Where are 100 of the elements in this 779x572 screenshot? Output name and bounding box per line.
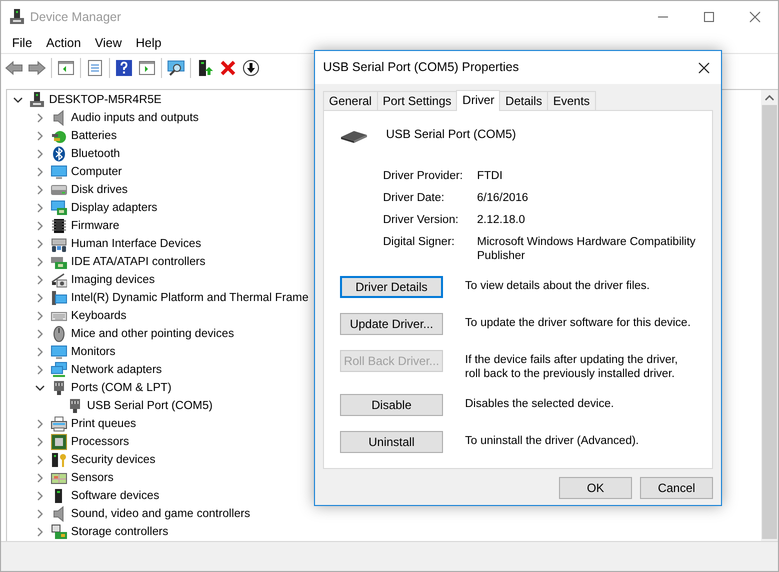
menu-item[interactable]: Help <box>128 34 168 52</box>
dialog-title: USB Serial Port (COM5) Properties <box>323 59 519 76</box>
expand-chevron-icon[interactable] <box>35 185 45 195</box>
controller-card-icon <box>51 254 67 270</box>
tree-item[interactable]: Disk drives <box>71 181 128 199</box>
tree-item[interactable]: Storage controllers <box>71 523 168 541</box>
action-button[interactable]: Update Driver... <box>340 313 443 335</box>
expand-chevron-icon[interactable] <box>35 437 45 447</box>
tab[interactable]: General <box>323 91 378 110</box>
map-icon <box>51 470 67 486</box>
forward-icon[interactable] <box>28 58 46 76</box>
tree-item[interactable]: USB Serial Port (COM5) <box>87 397 213 415</box>
device-name: USB Serial Port (COM5) <box>386 126 516 143</box>
tree-item[interactable]: Keyboards <box>71 307 126 325</box>
field-value: 6/16/2016 <box>477 191 530 205</box>
download-circle-icon[interactable] <box>242 58 260 76</box>
tree-item[interactable]: Audio inputs and outputs <box>71 109 199 127</box>
expand-chevron-icon[interactable] <box>35 113 45 123</box>
field-label: Driver Date: <box>383 191 446 205</box>
tower-key-icon <box>51 452 67 468</box>
tree-item[interactable]: Sensors <box>71 469 114 487</box>
dialog-button[interactable]: Cancel <box>640 477 713 499</box>
expand-chevron-icon[interactable] <box>35 365 45 375</box>
action-description: To uninstall the driver (Advanced). <box>465 434 640 448</box>
tree-item[interactable]: Computer <box>71 163 122 181</box>
action-button[interactable]: Disable <box>340 394 443 416</box>
device-add-icon[interactable] <box>196 58 214 76</box>
tree-item[interactable]: Bluetooth <box>71 145 120 163</box>
tree-item[interactable]: Software devices <box>71 487 160 505</box>
expand-chevron-icon[interactable] <box>35 149 45 159</box>
scrollbar-thumb[interactable] <box>762 105 777 539</box>
expand-chevron-icon[interactable] <box>35 221 45 231</box>
vertical-scrollbar[interactable] <box>761 90 778 541</box>
expand-chevron-icon[interactable] <box>35 257 45 267</box>
mouse-icon <box>51 326 67 342</box>
tab[interactable]: Port Settings <box>376 91 458 110</box>
tab[interactable]: Driver <box>456 90 500 111</box>
expand-chevron-icon[interactable] <box>35 419 45 429</box>
scroll-up-icon[interactable] <box>765 95 774 101</box>
expand-chevron-icon[interactable] <box>35 203 45 213</box>
delete-icon[interactable] <box>219 58 237 76</box>
tree-item[interactable]: Sound, video and game controllers <box>71 505 250 523</box>
camera-icon <box>51 272 67 288</box>
field-label: Driver Version: <box>383 213 460 227</box>
expand-chevron-icon[interactable] <box>35 275 45 285</box>
expand-chevron-icon[interactable] <box>35 131 45 141</box>
field-value: FTDI <box>477 169 504 183</box>
menu-item[interactable]: Action <box>39 34 88 52</box>
tree-item[interactable]: Intel(R) Dynamic Platform and Thermal Frame <box>71 289 309 307</box>
serial-port-icon <box>340 128 368 144</box>
action-description: If the device fails after updating the driver, roll back to the previously installed driver. <box>465 353 679 381</box>
expand-chevron-icon[interactable] <box>35 509 45 519</box>
tree-item[interactable]: Print queues <box>71 415 136 433</box>
tree-item[interactable]: Ports (COM & LPT) <box>71 379 172 397</box>
back-icon[interactable] <box>5 58 23 76</box>
list-document-icon[interactable] <box>86 58 104 76</box>
expand-chevron-icon[interactable] <box>35 455 45 465</box>
field-label: Digital Signer: <box>383 235 456 250</box>
expand-chevron-icon[interactable] <box>35 311 45 321</box>
expand-chevron-icon[interactable] <box>35 293 45 303</box>
tree-item[interactable]: Firmware <box>71 217 120 235</box>
menu-item[interactable]: View <box>88 34 129 52</box>
tree-item[interactable]: Display adapters <box>71 199 158 217</box>
tree-item[interactable]: Processors <box>71 433 129 451</box>
monitor-icon <box>51 344 67 360</box>
expand-chevron-icon[interactable] <box>35 347 45 357</box>
expand-chevron-icon[interactable] <box>35 491 45 501</box>
menu-item[interactable]: File <box>5 34 40 52</box>
printer-icon <box>51 416 67 432</box>
tab[interactable]: Events <box>547 91 596 110</box>
run-window-icon[interactable] <box>138 58 156 76</box>
battery-icon <box>51 128 67 144</box>
tree-item[interactable]: Human Interface Devices <box>71 235 202 253</box>
disk-drive-icon <box>51 182 67 198</box>
tree-item[interactable]: DESKTOP-M5R4R5E <box>49 91 162 109</box>
input-device-icon <box>51 236 67 252</box>
bluetooth-icon <box>51 146 67 162</box>
expand-chevron-icon[interactable] <box>35 527 45 537</box>
collapse-chevron-icon[interactable] <box>35 383 45 393</box>
computer-tower-icon <box>29 92 45 108</box>
properties-window-icon[interactable] <box>57 58 75 76</box>
tree-item[interactable]: Mice and other pointing devices <box>71 325 234 343</box>
tree-item[interactable]: Security devices <box>71 451 156 469</box>
expand-chevron-icon[interactable] <box>35 473 45 483</box>
tree-item[interactable]: Network adapters <box>71 361 162 379</box>
expand-chevron-icon[interactable] <box>35 167 45 177</box>
tree-item[interactable]: Monitors <box>71 343 116 361</box>
expand-chevron-icon[interactable] <box>35 239 45 249</box>
dialog-button[interactable]: OK <box>559 477 632 499</box>
field-label: Driver Provider: <box>383 169 464 183</box>
action-button[interactable]: Driver Details <box>340 276 443 298</box>
tree-item[interactable]: Imaging devices <box>71 271 155 289</box>
collapse-chevron-icon[interactable] <box>13 95 23 105</box>
tree-item[interactable]: IDE ATA/ATAPI controllers <box>71 253 206 271</box>
monitor-search-icon[interactable] <box>167 58 185 76</box>
help-icon[interactable] <box>115 58 133 76</box>
chip-icon <box>51 218 67 234</box>
expand-chevron-icon[interactable] <box>35 329 45 339</box>
tree-item[interactable]: Batteries <box>71 127 117 145</box>
action-button[interactable]: Uninstall <box>340 431 443 453</box>
